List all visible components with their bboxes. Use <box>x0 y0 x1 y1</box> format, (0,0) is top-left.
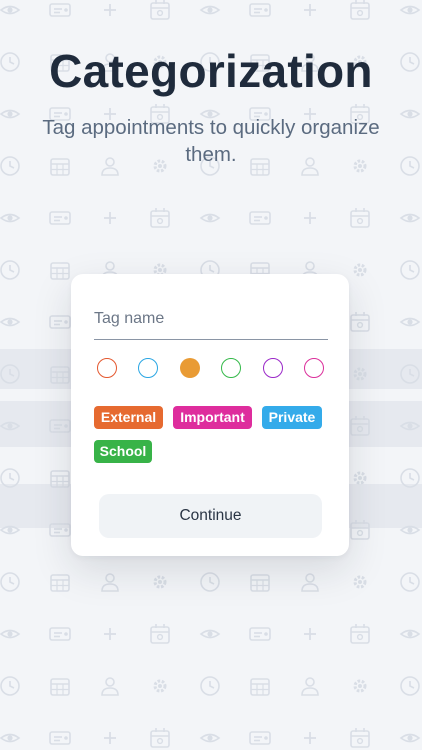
eye-icon <box>0 733 21 743</box>
eye-icon <box>399 109 421 119</box>
color-swatch-red[interactable] <box>97 358 117 378</box>
eye-icon <box>0 213 21 223</box>
gear-icon <box>353 679 367 693</box>
eye-icon <box>0 5 21 15</box>
page-subtitle: Tag appointments to quickly organize the… <box>42 116 380 166</box>
calendar-icon <box>350 520 370 540</box>
clock-icon <box>0 156 20 176</box>
grid-calendar-icon <box>50 574 70 592</box>
plus-icon <box>304 212 316 224</box>
eye-icon <box>199 213 221 223</box>
eye-icon <box>399 629 421 639</box>
gear-icon <box>353 575 367 589</box>
gear-icon <box>153 575 167 589</box>
eye-icon <box>0 629 21 639</box>
id-card-icon <box>49 731 71 745</box>
calendar-icon <box>350 624 370 644</box>
grid-calendar-icon <box>250 678 270 696</box>
calendar-icon <box>150 0 170 20</box>
plus-icon <box>104 4 116 16</box>
calendar-icon <box>350 312 370 332</box>
id-card-icon <box>249 211 271 225</box>
gear-icon <box>353 263 367 277</box>
color-swatch-orange[interactable] <box>180 358 200 378</box>
eye-icon <box>199 733 221 743</box>
plus-icon <box>304 628 316 640</box>
calendar-icon <box>350 728 370 748</box>
tag-name-input[interactable] <box>94 302 328 340</box>
clock-icon <box>400 572 420 592</box>
color-swatch-purple[interactable] <box>263 358 283 378</box>
person-icon <box>101 677 119 696</box>
eye-icon <box>199 5 221 15</box>
person-icon <box>301 573 319 592</box>
clock-icon <box>200 572 220 592</box>
calendar-icon <box>150 208 170 228</box>
eye-icon <box>399 317 421 327</box>
tag-chip-school[interactable]: School <box>94 440 152 463</box>
clock-icon <box>400 156 420 176</box>
page-title: Categorization <box>49 45 373 97</box>
eye-icon <box>399 213 421 223</box>
plus-icon <box>304 732 316 744</box>
plus-icon <box>104 628 116 640</box>
eye-icon <box>399 733 421 743</box>
eye-icon <box>399 525 421 535</box>
eye-icon <box>0 109 21 119</box>
clock-icon <box>200 676 220 696</box>
calendar-icon <box>150 624 170 644</box>
tag-chip-external[interactable]: External <box>94 406 163 429</box>
eye-icon <box>0 317 21 327</box>
color-swatch-pink[interactable] <box>304 358 324 378</box>
eye-icon <box>0 525 21 535</box>
calendar-icon <box>350 208 370 228</box>
clock-icon <box>0 260 20 280</box>
color-swatch-green[interactable] <box>221 358 241 378</box>
id-card-icon <box>249 731 271 745</box>
color-swatch-blue[interactable] <box>138 358 158 378</box>
clock-icon <box>0 572 20 592</box>
eye-icon <box>399 5 421 15</box>
calendar-icon <box>150 728 170 748</box>
tag-chip-private[interactable]: Private <box>262 406 322 429</box>
id-card-icon <box>249 627 271 641</box>
plus-icon <box>104 732 116 744</box>
gear-icon <box>353 471 367 485</box>
clock-icon <box>400 676 420 696</box>
grid-calendar-icon <box>50 262 70 280</box>
id-card-icon <box>49 3 71 17</box>
id-card-icon <box>49 211 71 225</box>
plus-icon <box>104 212 116 224</box>
calendar-icon <box>350 0 370 20</box>
id-card-icon <box>49 627 71 641</box>
tag-chip-important[interactable]: Important <box>173 406 252 429</box>
person-icon <box>101 573 119 592</box>
clock-icon <box>400 260 420 280</box>
id-card-icon <box>49 315 71 329</box>
plus-icon <box>304 4 316 16</box>
grid-calendar-icon <box>50 678 70 696</box>
id-card-icon <box>249 3 271 17</box>
continue-button[interactable]: Continue <box>99 494 322 538</box>
eye-icon <box>199 629 221 639</box>
grid-calendar-icon <box>250 574 270 592</box>
person-icon <box>301 677 319 696</box>
tag-editor-card: External Important Private School Contin… <box>71 274 349 556</box>
clock-icon <box>0 676 20 696</box>
gear-icon <box>153 679 167 693</box>
